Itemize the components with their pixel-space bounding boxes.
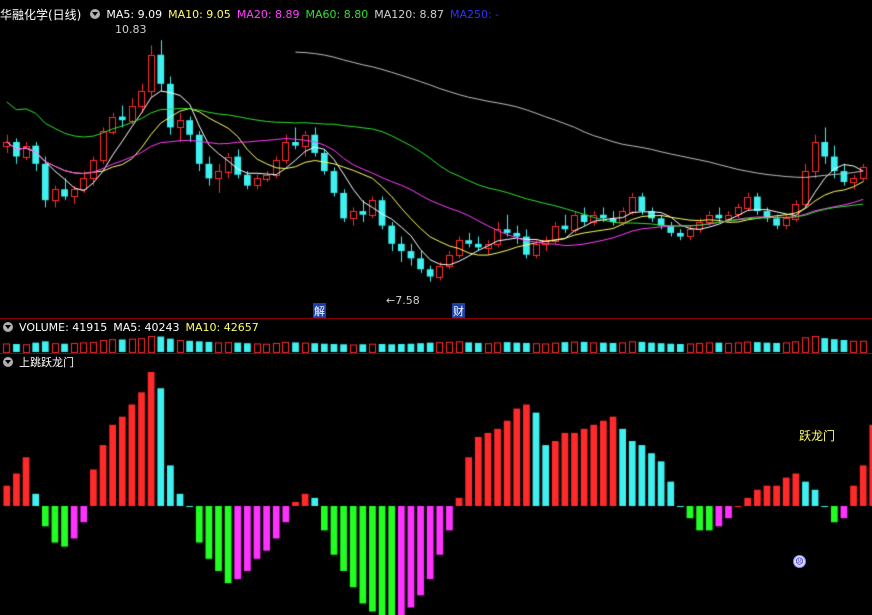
high-price-label: 10.83 bbox=[115, 23, 147, 36]
event-marker-jie[interactable]: 解 bbox=[313, 303, 326, 319]
ma250-label: MA250: - bbox=[449, 7, 500, 21]
indicator-header: 上跳跃龙门 bbox=[0, 354, 80, 370]
kline-chart-canvas[interactable] bbox=[0, 0, 872, 615]
volume-label: VOLUME: 41915 bbox=[19, 320, 108, 334]
main-chart-header: 华融化学(日线) MA5: 9.09 MA10: 9.05 MA20: 8.89… bbox=[0, 6, 505, 22]
stock-title: 华融化学(日线) bbox=[0, 7, 82, 22]
pane-divider-indicator[interactable] bbox=[0, 353, 872, 354]
volume-header: VOLUME: 41915 MA5: 40243 MA10: 42657 bbox=[0, 319, 265, 335]
chevron-down-icon[interactable] bbox=[3, 357, 13, 367]
volume-ma5-label: MA5: 40243 bbox=[113, 320, 180, 334]
indicator-title: 上跳跃龙门 bbox=[19, 356, 74, 369]
chevron-down-icon[interactable] bbox=[3, 322, 13, 332]
ma5-label: MA5: 9.09 bbox=[106, 7, 163, 21]
low-price-label: ←7.58 bbox=[386, 294, 420, 307]
event-marker-cai[interactable]: 财 bbox=[452, 303, 465, 319]
sad-face-icon[interactable]: ☹ bbox=[793, 555, 806, 568]
volume-ma10-label: MA10: 42657 bbox=[185, 320, 259, 334]
chevron-down-icon[interactable] bbox=[90, 9, 101, 19]
signal-label: 跃龙门 bbox=[799, 429, 836, 443]
ma20-label: MA20: 8.89 bbox=[236, 7, 300, 21]
ma10-label: MA10: 9.05 bbox=[168, 7, 231, 21]
ma60-label: MA60: 8.80 bbox=[305, 7, 369, 21]
ma120-label: MA120: 8.87 bbox=[374, 7, 444, 21]
